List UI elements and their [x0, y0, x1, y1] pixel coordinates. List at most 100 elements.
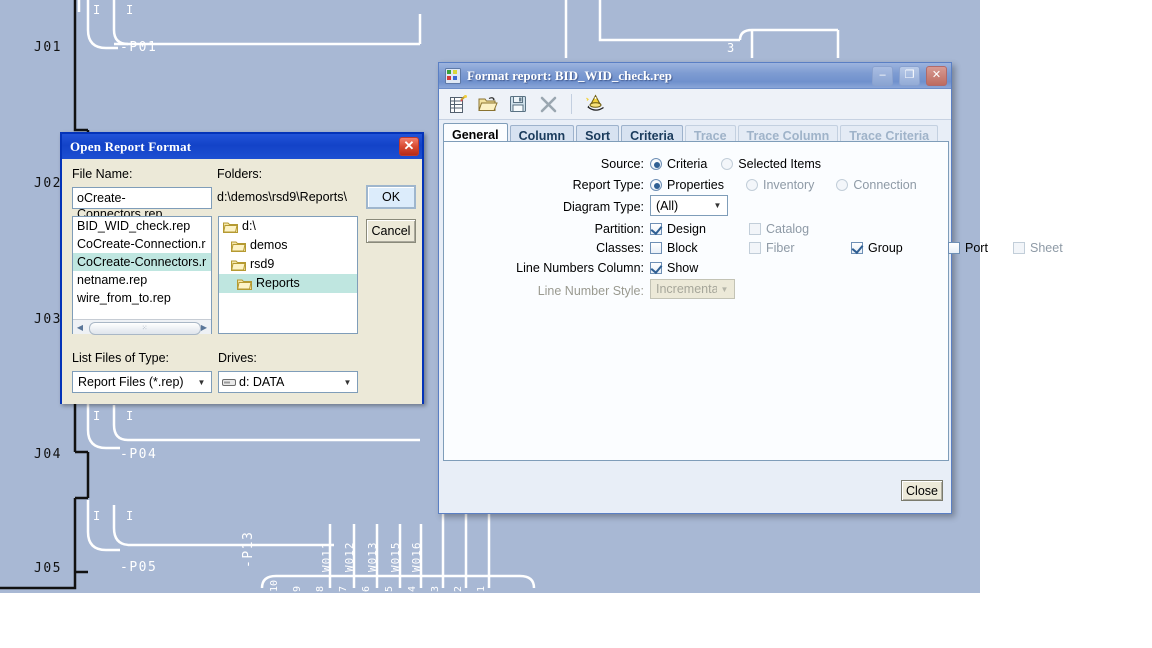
wire-label-group: W011 W012 W013 W015 W016 [320, 542, 423, 573]
port-label-p04: -P04 [120, 447, 157, 462]
toolbar-separator [571, 94, 572, 114]
list-files-of-type-value: Report Files (*.rep) [78, 375, 184, 389]
checkbox-classes-port[interactable] [948, 242, 960, 254]
svg-text:I: I [93, 409, 100, 423]
chevron-down-icon[interactable]: ▼ [340, 378, 355, 387]
checkbox-classes-block-label: Block [667, 241, 698, 255]
file-name-input[interactable]: oCreate-Connectors.rep [72, 187, 212, 221]
folder-icon [231, 260, 246, 271]
file-listbox[interactable]: BID_WID_check.rep CoCreate-Connection.r … [72, 216, 212, 334]
scrollbar-thumb[interactable]: ⁙ [89, 321, 201, 335]
folders-path: d:\demos\rsd9\Reports\ [217, 190, 347, 204]
list-item[interactable]: wire_from_to.rep [73, 289, 211, 307]
format-report-titlebar[interactable]: Format report: BID_WID_check.rep – ❐ ✕ [439, 63, 951, 89]
radio-source-selected-items-label: Selected Items [738, 157, 821, 171]
cancel-button[interactable]: Cancel [366, 219, 416, 243]
list-item[interactable]: BID_WID_check.rep [73, 217, 211, 235]
svg-text:I: I [93, 509, 100, 523]
list-item-selected[interactable]: CoCreate-Connectors.r [73, 253, 211, 271]
checkbox-classes-sheet[interactable] [1013, 242, 1025, 254]
checkbox-classes-block[interactable] [650, 242, 662, 254]
radio-report-type-inventory[interactable] [745, 179, 758, 191]
misc-label-group: 3 [727, 41, 734, 55]
folder-item-selected[interactable]: Reports [219, 274, 357, 293]
folder-item-label: d:\ [242, 219, 256, 233]
partition-label: Partition: [594, 222, 644, 236]
file-name-label: File Name: [72, 167, 133, 181]
folder-icon [223, 222, 238, 233]
open-report-titlebar[interactable]: Open Report Format ✕ [62, 134, 422, 159]
diagram-type-select[interactable]: (All) ▼ [650, 195, 728, 216]
drives-value: d: DATA [239, 375, 285, 389]
file-list-hscrollbar[interactable]: ◀ ⁙ ▶ [73, 319, 211, 335]
svg-text:4: 4 [407, 586, 418, 592]
checkbox-classes-group[interactable] [851, 242, 863, 254]
svg-text:I: I [93, 3, 100, 17]
maximize-icon[interactable]: ❐ [899, 65, 920, 86]
delete-report-icon [535, 92, 561, 116]
source-label: Source: [600, 157, 644, 171]
misc-label-3: 3 [727, 41, 734, 55]
list-files-of-type-select[interactable]: Report Files (*.rep) ▼ [72, 371, 212, 393]
list-item[interactable]: netname.rep [73, 271, 211, 289]
checkbox-classes-group-label: Group [868, 241, 903, 255]
format-report-footer: Close [439, 461, 951, 513]
diagram-type-value: (All) [656, 198, 679, 213]
list-item[interactable]: CoCreate-Connection.r [73, 235, 211, 253]
checkbox-classes-fiber[interactable] [749, 242, 761, 254]
connector-label-j01: J01 [34, 40, 62, 55]
line-number-style-value: Incremental [656, 282, 717, 296]
close-icon[interactable]: ✕ [399, 137, 419, 156]
report-app-icon [445, 67, 461, 84]
save-report-icon[interactable] [505, 92, 531, 116]
scrollbar-track[interactable]: ⁙ [87, 321, 201, 335]
format-report-window[interactable]: Format report: BID_WID_check.rep – ❐ ✕ G… [438, 62, 1063, 514]
ok-button[interactable]: OK [366, 185, 416, 209]
port-label-p05: -P05 [120, 560, 157, 575]
wire-label-w011: W011 [320, 542, 333, 573]
radio-source-selected-items[interactable] [721, 158, 734, 170]
screen-root: J01 J02 J03 J04 J05 -P01 -P04 -P05 -P13 … [0, 0, 1152, 648]
folder-open-icon [237, 279, 252, 290]
checkbox-partition-catalog[interactable] [749, 223, 761, 235]
chevron-down-icon[interactable]: ▼ [194, 378, 209, 387]
checkbox-partition-design[interactable] [650, 223, 662, 235]
svg-text:I: I [126, 3, 133, 17]
format-report-toolbar[interactable] [439, 89, 951, 120]
connector-label-group: J01 J02 J03 J04 J05 [34, 40, 62, 576]
minimize-icon[interactable]: – [872, 65, 893, 86]
folder-item[interactable]: rsd9 [219, 255, 357, 274]
open-report-icon[interactable] [475, 92, 501, 116]
checkbox-line-numbers-show[interactable] [650, 262, 662, 274]
scroll-left-icon[interactable]: ◀ [73, 321, 87, 334]
classes-label: Classes: [596, 241, 644, 255]
drive-icon [222, 379, 236, 386]
folder-listbox[interactable]: d:\ demos rsd9 Reports [218, 216, 358, 334]
diagram-type-label: Diagram Type: [562, 200, 644, 214]
wire-label-w016: W016 [410, 542, 423, 573]
radio-report-type-properties[interactable] [650, 179, 662, 191]
report-wizard-icon[interactable] [582, 92, 608, 116]
open-report-body: File Name: Folders: oCreate-Connectors.r… [62, 159, 422, 404]
chevron-down-icon[interactable]: ▼ [710, 201, 725, 210]
svg-text:8: 8 [315, 586, 326, 592]
svg-text:3: 3 [430, 586, 441, 592]
report-type-label: Report Type: [572, 178, 644, 192]
wire-label-w012: W012 [343, 542, 356, 573]
line-number-style-label: Line Number Style: [537, 284, 644, 298]
radio-report-type-connection-label: Connection [853, 178, 917, 192]
port-label-p13: -P13 [241, 531, 256, 568]
folder-item-label: rsd9 [250, 257, 275, 271]
close-icon[interactable]: ✕ [926, 65, 947, 86]
radio-source-criteria[interactable] [650, 158, 662, 170]
close-button[interactable]: Close [901, 480, 943, 501]
radio-report-type-connection[interactable] [836, 179, 849, 191]
drives-select[interactable]: d: DATA ▼ [218, 371, 358, 393]
folder-item[interactable]: demos [219, 236, 357, 255]
list-files-of-type-label: List Files of Type: [72, 351, 170, 365]
radio-report-type-properties-label: Properties [667, 178, 724, 192]
checkbox-classes-fiber-label: Fiber [766, 241, 795, 255]
open-report-format-dialog[interactable]: Open Report Format ✕ File Name: Folders:… [60, 132, 424, 404]
new-report-icon[interactable] [445, 92, 471, 116]
folder-item[interactable]: d:\ [219, 217, 357, 236]
